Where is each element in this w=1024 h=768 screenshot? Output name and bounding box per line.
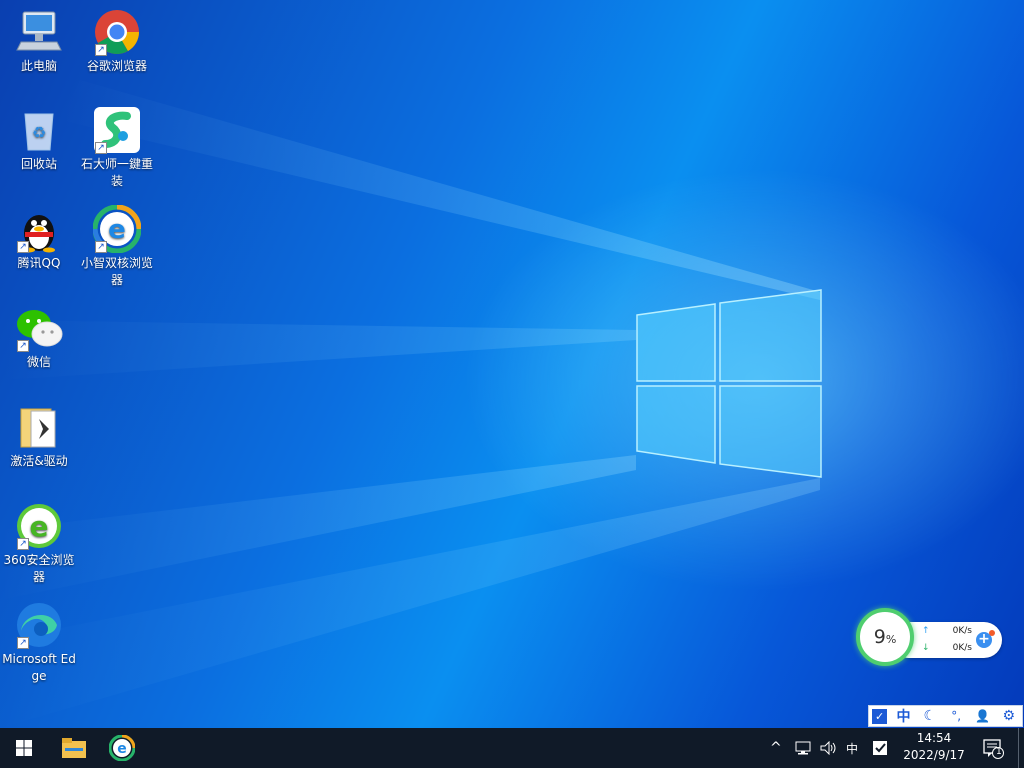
xiaozhi-browser-icon: e ↗ — [92, 204, 142, 254]
desktop-icon-xiaozhi[interactable]: e ↗ 小智双核浏览器 — [79, 204, 155, 289]
ime-logo-icon[interactable]: ✓ — [872, 708, 888, 724]
desktop-icon-label: Microsoft Edge — [2, 652, 76, 683]
shortcut-arrow-icon: ↗ — [17, 637, 29, 649]
desktop-icon-label: 谷歌浏览器 — [86, 59, 147, 73]
desktop-icon-label: 激活&驱动 — [10, 454, 68, 468]
svg-text:e: e — [30, 510, 49, 543]
taskbar-file-explorer[interactable] — [50, 728, 98, 768]
action-center-button[interactable]: 1 — [978, 728, 1008, 768]
upload-speed-value: 0K/s — [952, 626, 972, 636]
taskbar-clock[interactable]: 14:54 2022/9/17 — [900, 730, 968, 764]
desktop-icon-label: 小智双核浏览器 — [80, 256, 153, 287]
down-arrow-icon: ↓ — [922, 643, 930, 653]
ime-tray-icon[interactable] — [872, 728, 888, 768]
usage-ring[interactable]: 9% — [856, 608, 914, 666]
network-speed-widget[interactable]: 9% ↑ 0K/s ↓ 0K/s + — [856, 606, 1004, 670]
shortcut-arrow-icon: ↗ — [17, 340, 29, 352]
desktop-icon-qq[interactable]: ↗ 腾讯QQ — [1, 205, 77, 272]
usage-unit: % — [885, 633, 897, 646]
taskbar-xiaozhi-browser[interactable]: e — [98, 728, 146, 768]
windows-start-icon — [16, 740, 32, 756]
shortcut-arrow-icon: ↗ — [95, 142, 107, 154]
shortcut-arrow-icon: ↗ — [95, 44, 107, 56]
desktop-icon-recycle-bin[interactable]: ♻ 回收站 — [1, 106, 77, 173]
chinese-mode-icon[interactable]: 中 — [893, 706, 913, 726]
svg-text:e: e — [117, 741, 127, 757]
notification-dot — [989, 630, 995, 636]
desktop-icon-chrome[interactable]: ↗ 谷歌浏览器 — [79, 8, 155, 75]
wechat-icon: ↗ — [15, 304, 63, 352]
360-browser-icon: e ↗ — [15, 502, 63, 550]
up-arrow-icon: ↑ — [922, 626, 930, 636]
desktop-icon-label: 腾讯QQ — [17, 256, 61, 270]
chevron-up-icon: ^ — [770, 740, 782, 756]
edge-icon: ↗ — [15, 601, 63, 649]
show-desktop-button[interactable] — [1018, 728, 1024, 768]
folder-icon — [15, 403, 63, 451]
ime-mode-label: 中 — [846, 741, 859, 756]
settings-gear-icon[interactable]: ⚙ — [999, 708, 1019, 724]
add-plus-icon[interactable]: + — [976, 630, 995, 648]
xiaozhi-browser-icon: e — [109, 735, 135, 761]
chrome-icon: ↗ — [93, 8, 141, 56]
desktop-icon-wechat[interactable]: ↗ 微信 — [1, 304, 77, 371]
ime-logo-icon — [873, 741, 887, 755]
desktop-icon-label: 石大师一鍵重装 — [80, 157, 153, 188]
shortcut-arrow-icon: ↗ — [17, 538, 29, 550]
usage-value: 9 — [873, 626, 886, 648]
desktop-icon-360[interactable]: e ↗ 360安全浏览器 — [1, 502, 77, 586]
qq-penguin-icon: ↗ — [15, 205, 63, 253]
ime-toolbar: ✓ 中 ☾ °, 👤 ⚙ — [868, 705, 1023, 727]
desktop-icon-label: 此电脑 — [20, 59, 57, 73]
start-button[interactable] — [0, 728, 48, 768]
svg-text:♻: ♻ — [32, 123, 46, 142]
ime-mode-indicator[interactable]: 中 — [846, 728, 858, 768]
shortcut-arrow-icon: ↗ — [17, 241, 29, 253]
volume-tray-icon[interactable] — [820, 728, 838, 768]
desktop-icon-dashi[interactable]: ↗ 石大师一鍵重装 — [79, 106, 155, 190]
network-icon — [795, 741, 811, 755]
clock-time: 14:54 — [916, 731, 952, 745]
file-explorer-icon — [62, 738, 86, 758]
punctuation-icon[interactable]: °, — [946, 709, 966, 723]
recycle-bin-icon: ♻ — [15, 106, 63, 154]
computer-icon — [15, 8, 63, 56]
desktop-icon-label: 回收站 — [20, 157, 57, 171]
taskbar: e ^ 中 14:54 2022/9/17 1 — [0, 728, 1024, 768]
network-tray-icon[interactable] — [795, 728, 811, 768]
desktop-icon-edge[interactable]: ↗ Microsoft Edge — [1, 601, 77, 685]
user-icon[interactable]: 👤 — [972, 709, 992, 723]
notification-count: 1 — [996, 747, 1002, 757]
tray-overflow-chevron[interactable]: ^ — [770, 728, 782, 768]
speaker-icon — [820, 741, 836, 755]
desktop-icon-label: 360安全浏览器 — [3, 553, 75, 584]
moon-icon[interactable]: ☾ — [920, 708, 940, 724]
svg-text:e: e — [108, 215, 126, 245]
clock-date: 2022/9/17 — [903, 748, 965, 762]
shidashi-icon: ↗ — [93, 106, 141, 154]
desktop-icon-activate[interactable]: 激活&驱动 — [1, 403, 77, 470]
desktop-icon-this-pc[interactable]: 此电脑 — [1, 8, 77, 75]
desktop-icon-label: 微信 — [26, 355, 51, 369]
download-speed-value: 0K/s — [952, 643, 972, 653]
shortcut-arrow-icon: ↗ — [95, 241, 107, 253]
windows-logo-wallpaper — [636, 289, 822, 478]
